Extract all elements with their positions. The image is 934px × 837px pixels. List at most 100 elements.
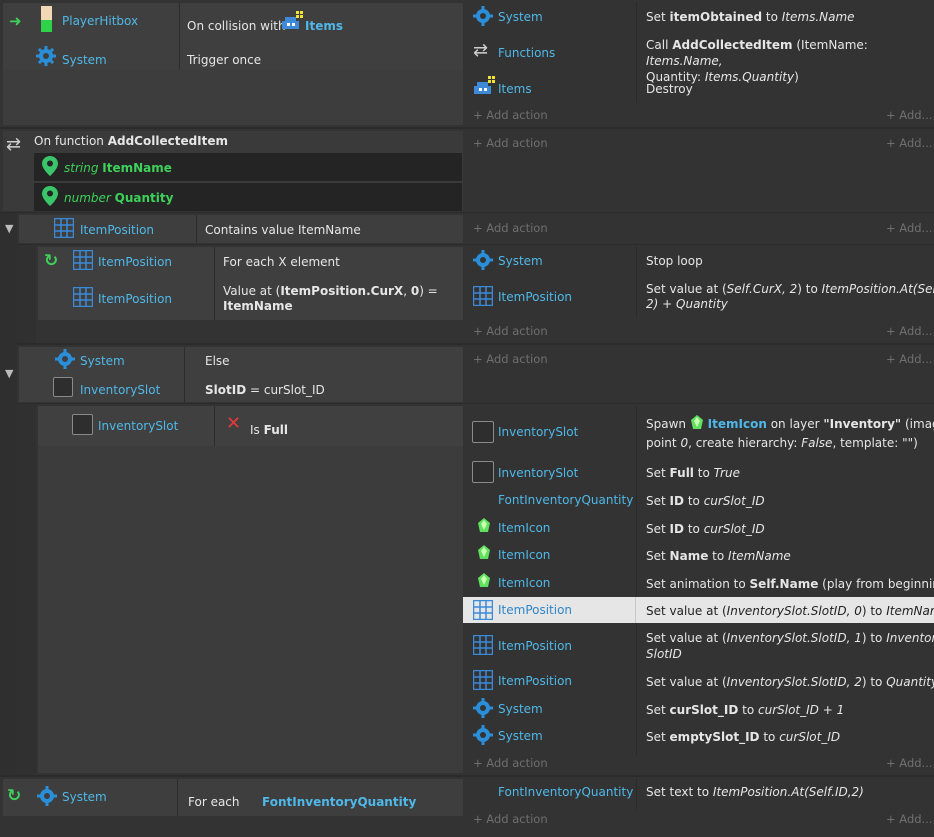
add-action-link[interactable]: + Add action [473, 756, 548, 770]
condition-object-label[interactable]: InventorySlot [98, 419, 178, 433]
action-object-label[interactable]: ItemPosition [498, 674, 572, 688]
condition-text: For each [188, 795, 240, 809]
action-set-full[interactable]: InventorySlot Set Full to True [463, 460, 934, 486]
condition-on-collision[interactable]: ➜ PlayerHitbox On collision with Items [3, 6, 463, 35]
gem-icon [477, 518, 491, 537]
param-itemname[interactable]: string ItemName [34, 153, 462, 181]
function-block[interactable]: ⇄ On function AddCollectedItem string It… [0, 129, 934, 212]
function-call-icon: ⇄ [473, 40, 489, 61]
collision-target-label[interactable]: Items [305, 19, 343, 33]
action-object-label[interactable]: ItemIcon [498, 576, 550, 590]
action-object-label[interactable]: ItemIcon [498, 521, 550, 535]
action-set-animation[interactable]: ItemIcon Set animation to Self.Name (pla… [463, 571, 934, 597]
action-object-label[interactable]: System [498, 702, 543, 716]
action-object-label[interactable]: ItemPosition [498, 603, 572, 617]
action-object-label[interactable]: InventorySlot [498, 466, 578, 480]
loop-icon: ↻ [7, 786, 22, 806]
condition-object-label[interactable]: System [62, 790, 107, 804]
action-object-label[interactable]: ItemIcon [498, 548, 550, 562]
condition-object-label[interactable]: ItemPosition [80, 223, 154, 237]
condition-object-label[interactable]: System [80, 354, 125, 368]
array-grid-icon [53, 217, 75, 241]
action-text: Set value at (InventorySlot.SlotID, 0) t… [646, 604, 934, 618]
location-pin-icon [42, 156, 58, 179]
condition-object-label[interactable]: ItemPosition [98, 255, 172, 269]
sub-event-contains[interactable]: ItemPosition Contains value ItemName + A… [17, 213, 934, 244]
action-text: Set value at (InventorySlot.SlotID, 2) t… [646, 675, 934, 689]
action-object-label[interactable]: Functions [498, 46, 555, 60]
gear-icon [473, 725, 493, 745]
action-object-label[interactable]: System [498, 729, 543, 743]
items-sprite-icon [471, 76, 495, 99]
event-1-conditions[interactable]: ➜ PlayerHitbox On collision with Items S… [3, 3, 463, 125]
action-text: Set ID to curSlot_ID [646, 522, 765, 536]
condition-object-label[interactable]: InventorySlot [80, 383, 160, 397]
array-grid-icon [472, 285, 494, 309]
action-call-function[interactable]: ⇄ Functions Call AddCollectedItem (ItemN… [463, 36, 934, 84]
action-set-value-1[interactable]: ItemPosition Set value at (InventorySlot… [463, 627, 934, 663]
add-action-link[interactable]: + Add action [473, 324, 548, 338]
sub-event-for-each-x[interactable]: ↻ ItemPosition For each X element ItemPo… [36, 245, 934, 343]
condition-object-label[interactable]: PlayerHitbox [62, 14, 138, 28]
add-action-link[interactable]: + Add action [473, 812, 548, 826]
add-action-link[interactable]: + Add action [473, 108, 548, 122]
condition-object-label[interactable]: System [62, 53, 107, 67]
collapse-arrow-icon[interactable]: ▼ [5, 222, 13, 235]
action-set-item-obtained[interactable]: System Set itemObtained to Items.Name [463, 5, 934, 29]
action-object-label[interactable]: InventorySlot [498, 425, 578, 439]
function-header: On function AddCollectedItem [34, 134, 229, 148]
action-set-emptyslot[interactable]: System Set emptySlot_ID to curSlot_ID [463, 723, 934, 749]
condition-trigger-once[interactable]: System Trigger once [3, 43, 463, 69]
action-set-font-id[interactable]: FontInventoryQuantity Set ID to curSlot_… [463, 488, 934, 514]
param-quantity[interactable]: number Quantity [34, 183, 462, 211]
add-action-link[interactable]: + Add action [473, 136, 548, 150]
add-more-link[interactable]: + Add... [886, 812, 933, 826]
add-more-link[interactable]: + Add... [886, 221, 933, 235]
function-loop-icon: ⇄ [6, 134, 22, 155]
action-object-label[interactable]: FontInventoryQuantity [498, 785, 633, 799]
action-destroy[interactable]: Items Destroy [463, 76, 934, 100]
action-set-icon-id[interactable]: ItemIcon Set ID to curSlot_ID [463, 516, 934, 542]
inventory-slot-icon [72, 414, 93, 435]
action-set-value-2[interactable]: ItemPosition Set value at (InventorySlot… [463, 668, 934, 694]
action-set-curslot[interactable]: System Set curSlot_ID to curSlot_ID + 1 [463, 696, 934, 722]
collapse-arrow-icon[interactable]: ▼ [5, 367, 13, 380]
gear-icon [473, 698, 493, 718]
else-event[interactable]: System Else InventorySlot SlotID = curSl… [17, 345, 934, 403]
array-grid-icon [72, 286, 94, 310]
for-each-target-label[interactable]: FontInventoryQuantity [262, 795, 416, 809]
action-text: Set ID to curSlot_ID [646, 494, 765, 508]
condition-text: Contains value ItemName [205, 223, 361, 237]
condition-text: Else [205, 354, 230, 368]
add-more-link[interactable]: + Add... [886, 756, 933, 770]
array-grid-icon [472, 599, 494, 623]
gem-icon [477, 573, 491, 592]
action-spawn[interactable]: InventorySlot Spawn ItemIcon on layer "I… [463, 412, 934, 454]
add-more-link[interactable]: + Add... [886, 108, 933, 122]
action-set-icon-name[interactable]: ItemIcon Set Name to ItemName [463, 543, 934, 569]
action-object-label[interactable]: ItemPosition [498, 290, 572, 304]
action-object-label[interactable]: Items [498, 82, 532, 96]
action-text: Set value at (InventorySlot.SlotID, 1) t… [646, 631, 934, 661]
for-each-event[interactable]: ↻ System For each FontInventoryQuantity … [0, 777, 934, 837]
action-set-value-0-selected[interactable]: ItemPosition Set value at (InventorySlot… [463, 597, 934, 623]
action-object-label[interactable]: FontInventoryQuantity [498, 493, 633, 507]
action-object-label[interactable]: System [498, 10, 543, 24]
add-more-link[interactable]: + Add... [886, 352, 933, 366]
action-text: Spawn ItemIcon on layer "Inventory" (ima… [646, 415, 934, 450]
event-1[interactable]: ➜ PlayerHitbox On collision with Items S… [0, 0, 934, 127]
param-text: number Quantity [64, 191, 174, 205]
action-object-label[interactable]: System [498, 254, 543, 268]
action-text: Set text to ItemPosition.At(Self.ID,2) [646, 785, 864, 799]
action-text: Set emptySlot_ID to curSlot_ID [646, 730, 841, 744]
location-pin-icon [42, 186, 58, 209]
add-more-link[interactable]: + Add... [886, 324, 933, 338]
add-action-link[interactable]: + Add action [473, 352, 548, 366]
condition-object-label[interactable]: ItemPosition [98, 292, 172, 306]
add-action-link[interactable]: + Add action [473, 221, 548, 235]
action-object-label[interactable]: ItemPosition [498, 639, 572, 653]
add-more-link[interactable]: + Add... [886, 136, 933, 150]
green-arrow-icon: ➜ [9, 12, 22, 30]
action-text: Set Name to ItemName [646, 549, 791, 563]
gem-icon [477, 545, 491, 564]
